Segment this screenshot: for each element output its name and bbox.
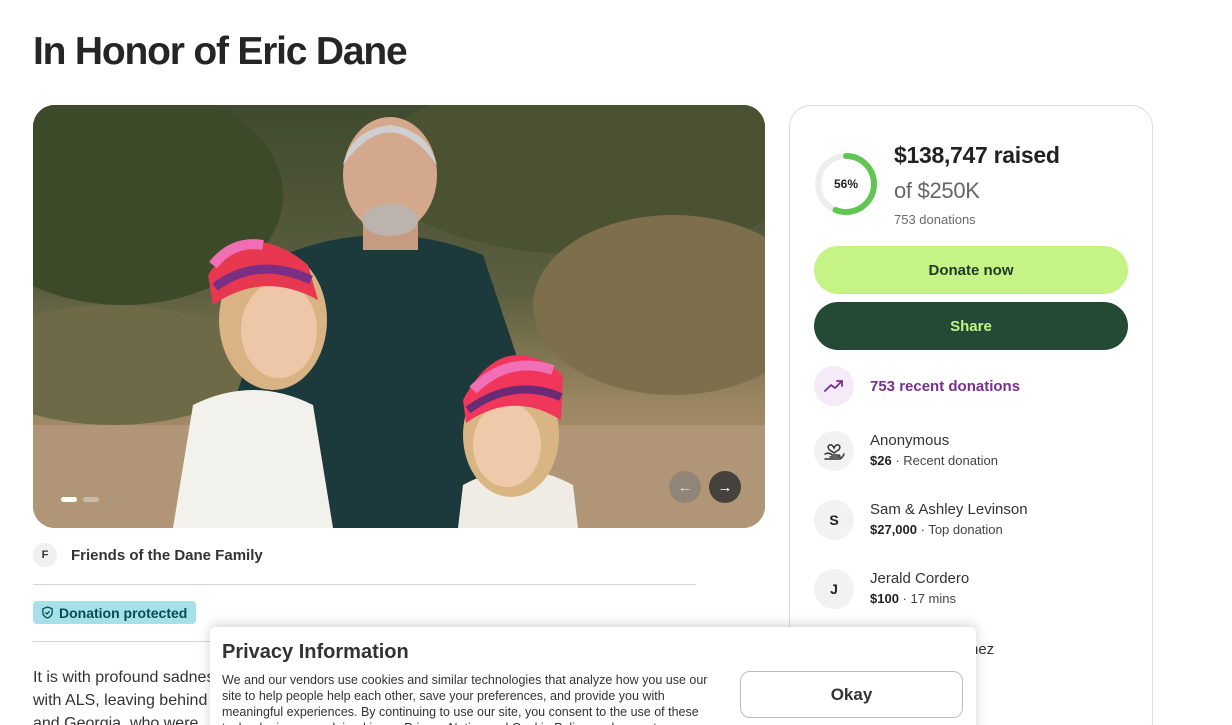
hero-photo	[33, 105, 765, 528]
carousel-dot[interactable]	[83, 497, 99, 502]
trending-up-icon	[814, 366, 854, 406]
goal-amount: of $250K	[894, 178, 980, 203]
donor-avatar: J	[814, 569, 854, 609]
recent-donations-label: 753 recent donations	[870, 377, 1021, 395]
heart-hand-icon	[814, 431, 854, 471]
progress-percent: 56%	[833, 177, 859, 191]
privacy-text: We and our vendors use cookies and simil…	[222, 673, 708, 725]
amount-raised: $138,747 raised	[894, 142, 1060, 168]
privacy-title: Privacy Information	[222, 641, 409, 663]
okay-button[interactable]: Okay	[740, 671, 963, 718]
privacy-dialog: Privacy Information We and our vendors u…	[210, 627, 976, 725]
carousel-next-button[interactable]: →	[709, 471, 741, 503]
donor-meta: $27,000 · Top donation	[870, 522, 1003, 537]
story-text: It is with profound sadness with ALS, le…	[33, 666, 233, 725]
donor-item: J Jerald Cordero $100 · 17 mins	[814, 569, 969, 609]
donation-count: 753 donations	[894, 212, 976, 227]
carousel-prev-button[interactable]: ←	[669, 471, 701, 503]
donor-name: Jerald Cordero	[870, 570, 970, 587]
donor-item: S Sam & Ashley Levinson $27,000 · Top do…	[814, 500, 1028, 540]
donor-avatar: S	[814, 500, 854, 540]
donation-protected-badge[interactable]: Donation protected	[33, 601, 197, 624]
hero-image[interactable]: ← →	[33, 105, 765, 528]
story-line: with ALS, leaving behind	[33, 692, 208, 709]
carousel-dot[interactable]	[61, 497, 77, 502]
recent-donations-link[interactable]: 753 recent donations	[814, 366, 1020, 406]
carousel-dots	[61, 497, 99, 502]
organizer[interactable]: F Friends of the Dane Family	[33, 543, 263, 567]
donation-protected-label: Donation protected	[59, 604, 188, 621]
arrow-left-icon: ←	[677, 478, 693, 496]
arrow-right-icon: →	[717, 478, 733, 496]
donor-item: Anonymous $26 · Recent donation	[814, 431, 998, 471]
donor-name: Anonymous	[870, 432, 950, 449]
donate-now-button[interactable]: Donate now	[814, 246, 1128, 294]
donor-meta: $26 · Recent donation	[870, 453, 998, 468]
story-line: It is with profound sadness	[33, 669, 223, 686]
page-title: In Honor of Eric Dane	[33, 30, 408, 73]
share-button[interactable]: Share	[814, 302, 1128, 350]
organizer-avatar: F	[33, 543, 57, 567]
donor-name: Sam & Ashley Levinson	[870, 501, 1028, 518]
donor-meta: $100 · 17 mins	[870, 591, 956, 606]
organizer-name[interactable]: Friends of the Dane Family	[71, 547, 263, 564]
divider	[33, 584, 696, 585]
shield-icon	[42, 606, 53, 619]
story-line: and Georgia, who were	[33, 715, 199, 725]
